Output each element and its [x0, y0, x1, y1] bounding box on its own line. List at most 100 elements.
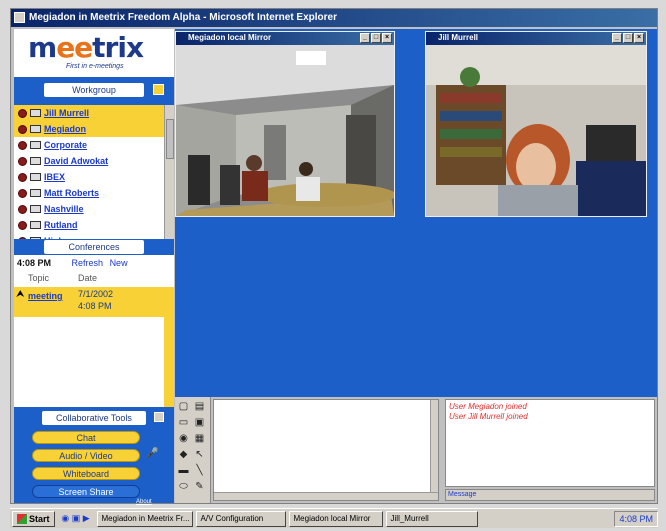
- whiteboard-vscroll[interactable]: [430, 400, 438, 500]
- local-mirror-titlebar: Megiadon local Mirror _ □ ×: [176, 32, 394, 45]
- refresh-link[interactable]: Refresh: [72, 258, 104, 268]
- status-icon: [18, 204, 27, 214]
- meetrix-logo: meetrix: [28, 31, 144, 64]
- remote-video-window[interactable]: Jill Murrell _ □ ×: [425, 31, 647, 217]
- pointer-icon[interactable]: ↖: [193, 449, 206, 460]
- workgroup-member[interactable]: Megiadon: [14, 121, 164, 137]
- workgroup-member[interactable]: Matt Roberts: [14, 185, 164, 201]
- close-button[interactable]: ×: [634, 33, 644, 43]
- start-button[interactable]: Start: [12, 510, 55, 527]
- new-conference-link[interactable]: New: [110, 258, 128, 268]
- workgroup-member[interactable]: Corporate: [14, 137, 164, 153]
- taskbar-item[interactable]: A/V Configuration: [195, 510, 286, 527]
- whiteboard-toolbar: ▢ ▤ ▭ ▣ ◉ ▦ ◆ ↖ ▬ ╲ ⬭ ✎: [175, 397, 211, 503]
- screen-share-button[interactable]: Screen Share: [32, 485, 140, 498]
- save-icon[interactable]: ▣: [193, 417, 206, 428]
- workgroup-scrollbar[interactable]: [164, 105, 174, 239]
- collaborative-tools-panel: Collaborative Tools Chat Audio / Video 🎤…: [14, 407, 174, 505]
- logo-area: meetrix First in e-meetings: [14, 29, 174, 77]
- status-icon: [18, 140, 27, 150]
- camera-icon: [30, 141, 41, 149]
- left-panel: meetrix First in e-meetings Workgroup Ji…: [14, 29, 174, 505]
- chat-message-input[interactable]: Message: [445, 489, 655, 501]
- whiteboard-button[interactable]: Whiteboard: [32, 467, 140, 480]
- member-name[interactable]: Nashville: [44, 204, 84, 214]
- minimize-button[interactable]: _: [360, 33, 370, 43]
- audio-video-button[interactable]: Audio / Video: [32, 449, 140, 462]
- member-name[interactable]: Megiadon: [44, 124, 86, 134]
- current-time: 4:08 PM: [17, 258, 52, 268]
- line-icon[interactable]: ╲: [193, 465, 206, 476]
- member-name[interactable]: David Adwokat: [44, 156, 108, 166]
- start-label: Start: [29, 513, 50, 524]
- workgroup-member[interactable]: Nashville: [14, 201, 164, 217]
- local-mirror-window[interactable]: Megiadon local Mirror _ □ ×: [175, 31, 396, 217]
- conferences-scrollbar[interactable]: [164, 287, 174, 423]
- new-page-icon[interactable]: ▢: [177, 401, 190, 412]
- status-icon: [18, 124, 27, 134]
- status-icon: [18, 156, 27, 166]
- minimize-button[interactable]: _: [612, 33, 622, 43]
- about-link[interactable]: About: [136, 499, 152, 505]
- workgroup-member[interactable]: David Adwokat: [14, 153, 164, 169]
- camera-icon: [30, 157, 41, 165]
- date-column-header: Date: [78, 273, 98, 283]
- taskbar-item[interactable]: Megiadon in Meetrix Fr...: [96, 510, 193, 527]
- tools-header: Collaborative Tools: [42, 411, 146, 425]
- camera-icon: [30, 205, 41, 213]
- conference-topic[interactable]: meeting: [28, 291, 63, 301]
- tagline: First in e-meetings: [66, 63, 124, 70]
- globe-icon[interactable]: ◉: [177, 433, 190, 444]
- member-name[interactable]: Corporate: [44, 140, 87, 150]
- member-name[interactable]: IBEX: [44, 172, 65, 182]
- windows-logo-icon: [17, 513, 27, 524]
- quick-launch-icons[interactable]: ◉ ▣ ▶: [58, 513, 94, 524]
- chat-log: User Megiadon joined User Jill Murrell j…: [445, 399, 655, 487]
- remote-video-title: Jill Murrell: [438, 33, 479, 42]
- camera-icon: [30, 189, 41, 197]
- taskbar-item[interactable]: Jill_Murrell: [385, 510, 478, 527]
- status-icon: [18, 172, 27, 182]
- ellipse-icon[interactable]: ⬭: [177, 481, 190, 492]
- member-name[interactable]: Rutland: [44, 220, 78, 230]
- maximize-button[interactable]: □: [623, 33, 633, 43]
- topic-column-header: Topic: [28, 273, 50, 283]
- workgroup-header-band: Workgroup: [14, 77, 174, 105]
- maximize-button[interactable]: □: [371, 33, 381, 43]
- open-folder-icon[interactable]: ▭: [177, 417, 190, 428]
- system-tray: 4:08 PM: [614, 510, 658, 527]
- remote-video-feed: [426, 45, 646, 216]
- conference-row[interactable]: ⮝ meeting 7/1/2002 4:08 PM: [14, 287, 164, 317]
- status-icon: [18, 220, 27, 230]
- remote-video-titlebar: Jill Murrell _ □ ×: [426, 32, 646, 45]
- member-name[interactable]: Jill Murrell: [44, 108, 89, 118]
- conferences-column-headers: Topic Date: [14, 273, 174, 285]
- camera-icon: [30, 173, 41, 181]
- folder-icon[interactable]: [153, 84, 164, 95]
- local-video-feed: [176, 45, 396, 216]
- fill-icon[interactable]: ◆: [177, 449, 190, 460]
- conferences-header: Conferences: [44, 240, 144, 254]
- status-icon: [18, 188, 27, 198]
- whiteboard-canvas[interactable]: [213, 399, 439, 501]
- workgroup-member[interactable]: Jill Murrell: [14, 105, 164, 121]
- workgroup-member[interactable]: Rutland: [14, 217, 164, 233]
- close-button[interactable]: ×: [382, 33, 392, 43]
- rectangle-icon[interactable]: ▬: [177, 465, 190, 476]
- window-title: Megiadon in Meetrix Freedom Alpha - Micr…: [29, 12, 338, 23]
- video-area: Megiadon local Mirror _ □ × Jill Murrell…: [175, 29, 657, 397]
- whiteboard-hscroll[interactable]: [214, 492, 438, 500]
- conferences-panel: 4:08 PM Refresh New Topic Date ⮝ meeting…: [14, 255, 174, 423]
- workgroup-member[interactable]: IBEX: [14, 169, 164, 185]
- image-icon[interactable]: ▦: [193, 433, 206, 444]
- member-name[interactable]: Matt Roberts: [44, 188, 99, 198]
- pen-icon[interactable]: ✎: [193, 481, 206, 492]
- taskbar-item[interactable]: Megiadon local Mirror: [288, 510, 383, 527]
- status-icon: [18, 108, 27, 118]
- chat-line: User Megiadon joined: [449, 402, 527, 411]
- tools-menu-icon[interactable]: [154, 412, 164, 422]
- chat-button[interactable]: Chat: [32, 431, 140, 444]
- ie-icon: [14, 12, 25, 23]
- print-icon[interactable]: ▤: [193, 401, 206, 412]
- browser-window: Megiadon in Meetrix Freedom Alpha - Micr…: [10, 8, 658, 505]
